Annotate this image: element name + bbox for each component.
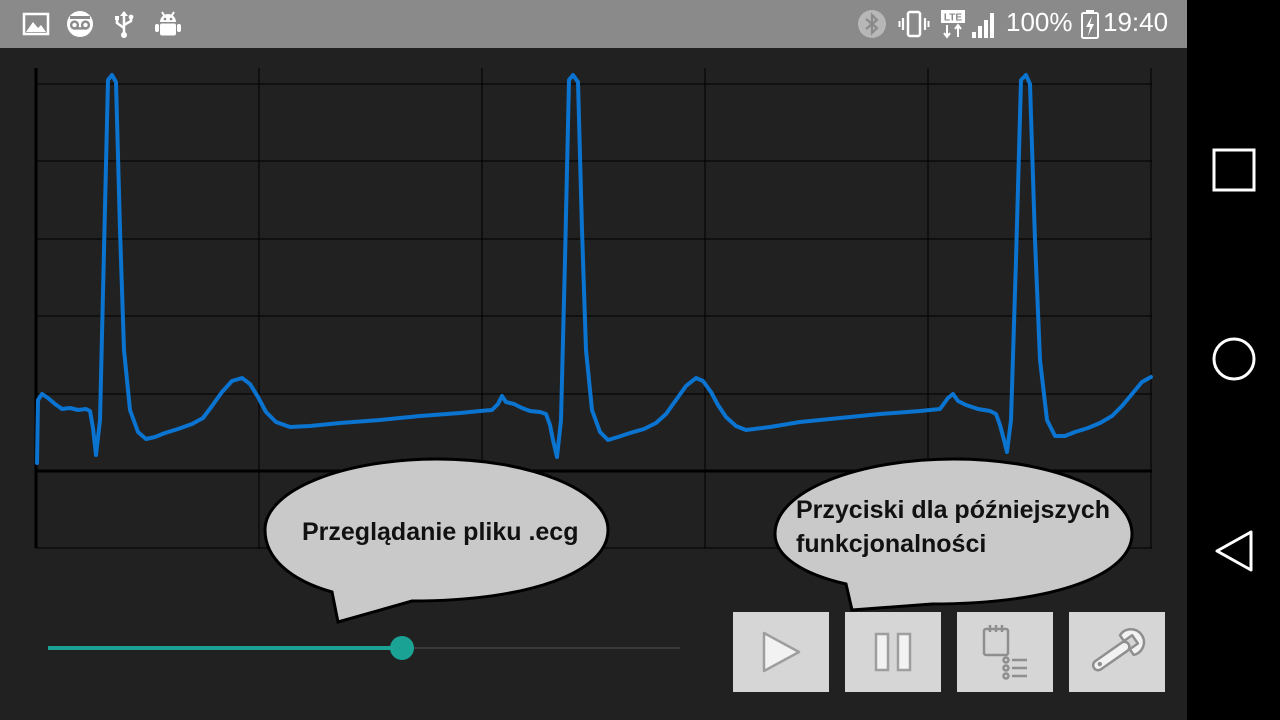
gallery-icon: [22, 12, 50, 36]
signal-icon: [972, 13, 994, 38]
file-list-icon: [982, 625, 1027, 680]
status-bar: LTE 100% 19:40: [0, 0, 1187, 48]
clock: 19:40: [1103, 7, 1169, 37]
navigation-bar: [1187, 0, 1280, 720]
pause-icon: [874, 632, 912, 672]
battery-charging-icon: [1081, 10, 1099, 39]
bluetooth-icon: [858, 10, 886, 38]
home-circle-icon[interactable]: [1209, 334, 1259, 384]
settings-wrench-icon: [1091, 628, 1146, 672]
voicemail-icon: [67, 11, 93, 37]
file-list-button[interactable]: [957, 612, 1053, 692]
play-icon: [762, 631, 801, 673]
callout-text-file-browse: Przeglądanie pliku .ecg: [302, 518, 579, 546]
play-button[interactable]: [733, 612, 829, 692]
android-debug-icon: [155, 11, 181, 36]
seek-slider[interactable]: [48, 632, 680, 664]
lte-icon: LTE: [941, 10, 965, 39]
settings-button[interactable]: [1069, 612, 1165, 692]
vibrate-icon: [898, 10, 930, 38]
usb-icon: [115, 11, 134, 38]
svg-text:LTE: LTE: [944, 13, 962, 24]
back-triangle-icon[interactable]: [1209, 526, 1259, 576]
callout-text-future-buttons-line2: funkcjonalności: [796, 530, 987, 558]
recents-square-icon[interactable]: [1209, 145, 1259, 195]
ecg-trace: [35, 73, 1153, 465]
callout-text-future-buttons-line1: Przyciski dla późniejszych: [796, 496, 1111, 524]
slider-fill: [48, 646, 402, 650]
battery-percentage: 100%: [1006, 7, 1073, 37]
pause-button[interactable]: [845, 612, 941, 692]
slider-thumb[interactable]: [390, 636, 414, 660]
